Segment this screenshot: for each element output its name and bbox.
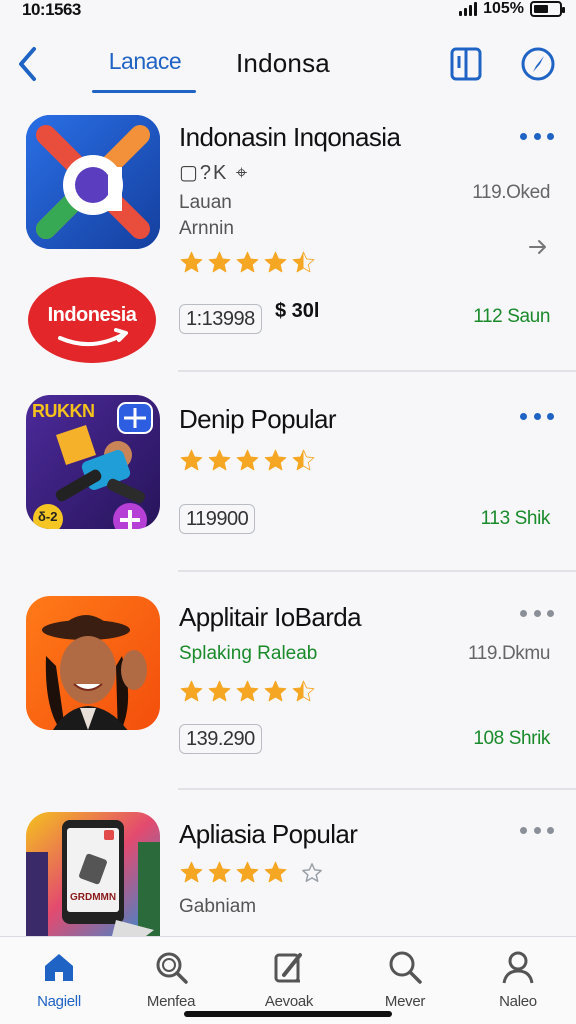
star-icon	[292, 449, 315, 471]
more-button[interactable]	[520, 822, 554, 838]
search-icon	[389, 951, 422, 984]
profile-icon	[502, 951, 534, 984]
game-badge: RUKKN	[32, 401, 95, 421]
tab-lanace[interactable]: Lanace	[92, 48, 198, 75]
home-indicator[interactable]	[184, 1011, 392, 1017]
star-icon	[208, 251, 231, 273]
arrow-right-icon	[529, 240, 546, 254]
tab-label: Aevoak	[264, 993, 314, 1010]
apps-icon	[274, 953, 302, 983]
tab-underline	[92, 90, 196, 93]
app-icon[interactable]	[26, 596, 160, 730]
app-icon[interactable]	[26, 115, 160, 249]
signal-icon	[459, 2, 478, 16]
page-title: Indonsa	[236, 48, 330, 78]
phone-art-icon	[26, 812, 160, 936]
star-icon	[236, 251, 259, 273]
tab-label: Nagiell	[37, 993, 81, 1010]
star-icon	[264, 861, 287, 883]
rating-stars	[179, 679, 316, 704]
compass-button[interactable]	[520, 44, 556, 84]
tab-mever[interactable]: Mever	[357, 945, 453, 1010]
app-title[interactable]: Denip Popular	[179, 404, 337, 435]
app-logo-icon	[26, 115, 160, 249]
star-icon	[292, 680, 315, 702]
brand-badge: Indonesia	[26, 276, 158, 364]
size-value: 108 Shrik	[473, 728, 550, 749]
game-corner: δ-2	[38, 509, 58, 524]
feature-icons: ▢?K ⌖	[179, 162, 250, 184]
app-title[interactable]: Applitair IoBarda	[179, 602, 362, 633]
tab-menfea[interactable]: Menfea	[123, 945, 219, 1010]
star-icon	[264, 251, 287, 273]
star-icon	[236, 680, 259, 702]
app-icon[interactable]: RUKKN δ-2	[26, 395, 160, 529]
download-count: 139.290	[179, 724, 262, 754]
divider	[178, 370, 576, 372]
arrow-right-button[interactable]	[528, 238, 548, 261]
tab-nagiell[interactable]: Nagiell	[11, 945, 107, 1010]
more-button[interactable]	[520, 128, 554, 144]
divider	[178, 570, 576, 572]
book-button[interactable]	[448, 44, 484, 84]
tab-label: Menfea	[146, 993, 196, 1010]
battery-icon	[530, 1, 565, 17]
star-icon	[180, 861, 203, 883]
portrait-art-icon	[26, 596, 160, 730]
chevron-left-icon	[19, 47, 36, 81]
back-button[interactable]	[12, 44, 42, 84]
download-count: 119900	[179, 504, 256, 534]
status-time: 10:1563	[22, 0, 81, 19]
star-icon	[180, 251, 203, 273]
rating-stars	[179, 250, 316, 275]
app-subtitle: Gabniam	[179, 896, 257, 917]
battery-percent: 105%	[483, 0, 524, 17]
star-icon	[236, 861, 259, 883]
app-meta: 119.Dkmu	[468, 643, 550, 664]
brand-label: Indonesia	[47, 304, 137, 326]
screen-text: GRDMMN	[70, 892, 117, 903]
size-value: 113 Shik	[480, 508, 551, 529]
star-icon	[292, 251, 315, 273]
app-title[interactable]: Indonasin Inqonasia	[179, 122, 401, 153]
divider	[178, 788, 576, 790]
size-value: 112 Saun	[473, 306, 550, 327]
app-meta: 119.Oked	[472, 182, 550, 203]
more-button[interactable]	[520, 605, 554, 621]
compass-icon	[521, 47, 555, 81]
price[interactable]: $ 30l	[275, 300, 319, 323]
star-icon	[208, 449, 231, 471]
download-count: 1:13998	[179, 304, 262, 334]
home-icon	[45, 954, 73, 981]
app-title[interactable]: Apliasia Popular	[179, 819, 358, 850]
star-icon	[302, 862, 322, 882]
star-icon	[208, 680, 231, 702]
star-icon	[180, 680, 203, 702]
header: Lanace Indonsa	[0, 36, 576, 96]
app-subtitle: Lauan	[179, 192, 232, 213]
app-developer: Arnnin	[179, 218, 234, 239]
app-subtitle: Splaking Raleab	[179, 643, 318, 664]
tab-label: Naleo	[499, 993, 537, 1010]
star-icon	[236, 449, 259, 471]
tab-naleo[interactable]: Naleo	[470, 945, 566, 1010]
search-icon	[156, 952, 188, 984]
star-icon	[264, 449, 287, 471]
rating-stars	[179, 860, 323, 885]
star-icon	[264, 680, 287, 702]
tab-label: Mever	[384, 993, 426, 1010]
app-icon[interactable]: GRDMMN	[26, 812, 160, 936]
more-button[interactable]	[520, 408, 554, 424]
star-icon	[180, 449, 203, 471]
star-icon	[208, 861, 231, 883]
book-icon	[450, 47, 482, 81]
status-indicators: 105%	[459, 0, 565, 18]
status-bar: 10:1563 105%	[0, 0, 576, 22]
tab-aevoak[interactable]: Aevoak	[241, 945, 337, 1010]
rating-stars	[179, 448, 316, 473]
